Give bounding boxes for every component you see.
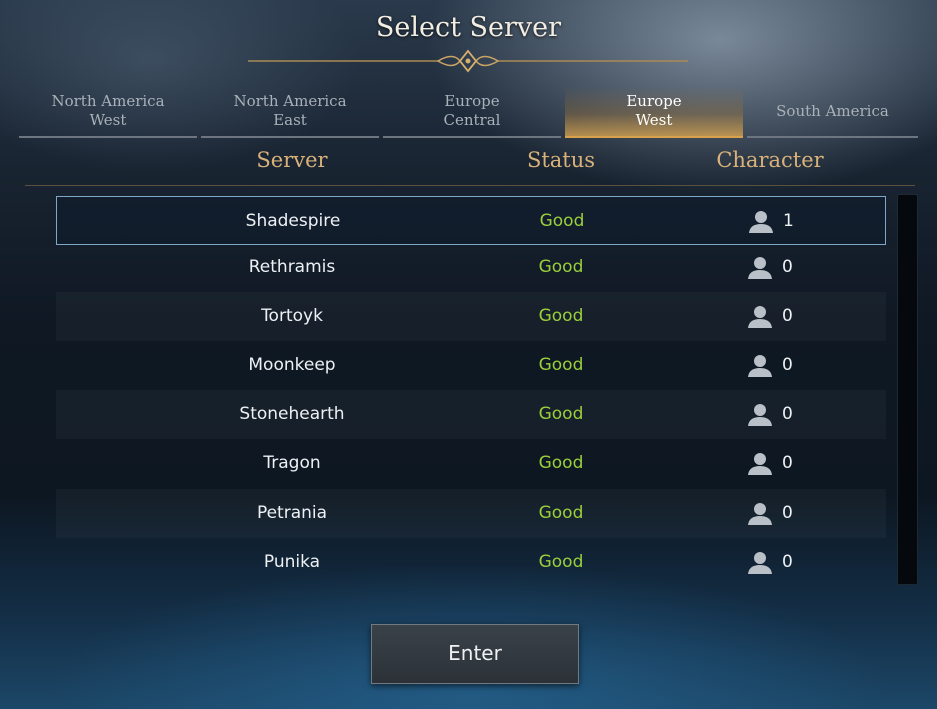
character-count-cell: 0 — [746, 390, 826, 439]
person-icon — [748, 502, 772, 525]
character-count-cell: 0 — [746, 489, 826, 538]
column-header-server: Server — [256, 148, 328, 172]
page-title: Select Server — [375, 12, 562, 43]
server-status: Good — [538, 404, 584, 424]
person-icon — [748, 403, 772, 426]
tab-europe-central[interactable]: Europe Central — [383, 86, 561, 138]
column-header-character: Character — [716, 148, 824, 172]
title-ornament-icon — [248, 49, 688, 73]
server-name: Tragon — [263, 453, 321, 473]
character-count: 0 — [782, 503, 793, 523]
person-icon — [748, 354, 772, 377]
character-count: 0 — [782, 306, 793, 326]
server-status: Good — [538, 355, 584, 375]
enter-button[interactable]: Enter — [371, 624, 579, 684]
tab-south-america[interactable]: South America — [747, 86, 918, 138]
server-status: Good — [538, 306, 584, 326]
tab-north-america-west[interactable]: North America West — [19, 86, 197, 138]
server-name: Punika — [263, 552, 321, 572]
server-row-petrania[interactable]: Petrania Good 0 — [56, 489, 886, 538]
character-count-cell: 0 — [746, 243, 826, 292]
tab-north-america-east[interactable]: North America East — [201, 86, 379, 138]
header-divider — [25, 185, 915, 186]
server-list: Shadespire Good 1 Rethramis Good 0 Torto… — [56, 193, 886, 587]
region-tabs: North America West North America East Eu… — [19, 86, 918, 139]
character-count-cell: 0 — [746, 538, 826, 587]
server-status: Good — [539, 211, 585, 231]
server-status: Good — [538, 552, 584, 572]
server-name: Rethramis — [248, 257, 336, 277]
character-count-cell: 0 — [746, 439, 826, 488]
server-row-punika[interactable]: Punika Good 0 — [56, 538, 886, 587]
column-header-status: Status — [526, 148, 596, 172]
server-row-tragon[interactable]: Tragon Good 0 — [56, 439, 886, 488]
server-row-stonehearth[interactable]: Stonehearth Good 0 — [56, 390, 886, 439]
server-name: Moonkeep — [248, 355, 336, 375]
character-count-cell: 1 — [747, 197, 827, 246]
server-row-shadespire[interactable]: Shadespire Good 1 — [56, 196, 886, 245]
character-count: 1 — [783, 211, 794, 231]
person-icon — [749, 210, 773, 233]
server-name: Tortoyk — [261, 306, 323, 326]
server-status: Good — [538, 503, 584, 523]
person-icon — [748, 256, 772, 279]
character-count: 0 — [782, 404, 793, 424]
server-status: Good — [538, 453, 584, 473]
server-row-moonkeep[interactable]: Moonkeep Good 0 — [56, 341, 886, 390]
person-icon — [748, 452, 772, 475]
server-name: Shadespire — [245, 211, 341, 231]
server-row-tortoyk[interactable]: Tortoyk Good 0 — [56, 292, 886, 341]
character-count: 0 — [782, 453, 793, 473]
character-count: 0 — [782, 355, 793, 375]
server-status: Good — [538, 257, 584, 277]
character-count-cell: 0 — [746, 341, 826, 390]
character-count: 0 — [782, 552, 793, 572]
tab-europe-west[interactable]: Europe West — [565, 86, 743, 138]
server-name: Stonehearth — [239, 404, 345, 424]
person-icon — [748, 305, 772, 328]
server-name: Petrania — [256, 503, 328, 523]
server-row-rethramis[interactable]: Rethramis Good 0 — [56, 243, 886, 292]
character-count: 0 — [782, 257, 793, 277]
server-list-scrollbar[interactable] — [897, 194, 918, 585]
character-count-cell: 0 — [746, 292, 826, 341]
person-icon — [748, 551, 772, 574]
